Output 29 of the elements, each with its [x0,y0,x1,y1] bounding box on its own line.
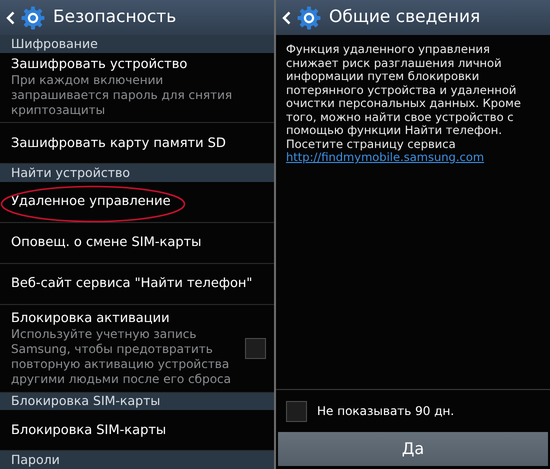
info-text: Функция удаленного управления снижает риск разглашения личной информации путем блокировки потерянного устройства и удаленной очистки персональных данных. Кроме того, можно найти свое устройство с помощью функции Найти телефон. Посетите страницу сервиса http://findmymobile.samsung.com [286,43,522,164]
item-summary: Используйте учетную запись Samsung, чтобы предотвратить повторную активацию устройства другими людьми после его сброса [11,326,232,387]
yes-button[interactable]: Да [278,432,548,466]
checkbox[interactable] [286,400,307,422]
settings-item[interactable]: Оповещ. о смене SIM-карты [0,222,274,264]
item-title: Блокировка активации [11,310,171,327]
section-header: Шифрование [0,35,274,53]
item-title: Удаленное управление [11,193,172,210]
checkbox[interactable] [245,338,266,359]
item-summary: При каждом включении запрашивается пароль для снятия криптозащиты [11,73,234,118]
section-header: Пароли [0,451,274,469]
screen-title: Общие сведения [329,6,480,29]
item-title: Оповещ. о смене SIM-карты [11,234,202,252]
settings-item[interactable]: Веб-сайт сервиса "Найти телефон" [0,264,274,305]
service-link[interactable]: http://findmymobile.samsung.com [286,150,484,164]
checkbox-label: Не показывать 90 дн. [317,403,454,420]
item-title: Зашифровать карту памяти SD [11,134,227,152]
item-title: Зашифровать устройство [11,56,188,74]
item-title: Веб-сайт сервиса "Найти телефон" [11,275,254,292]
back-icon[interactable] [6,10,15,24]
settings-icon [297,6,321,30]
back-icon[interactable] [282,10,291,24]
settings-icon [21,6,45,30]
section-header: Найти устройство [0,164,274,182]
settings-item[interactable]: Удаленное управление [0,182,274,223]
item-title: Блокировка SIM-карты [11,422,168,439]
settings-item[interactable]: Зашифровать устройство При каждом включении запрашивается пароль для снятия криптозащиты [0,52,274,124]
screen-title: Безопасность [53,6,176,29]
section-header: Блокировка SIM-карты [0,392,274,410]
